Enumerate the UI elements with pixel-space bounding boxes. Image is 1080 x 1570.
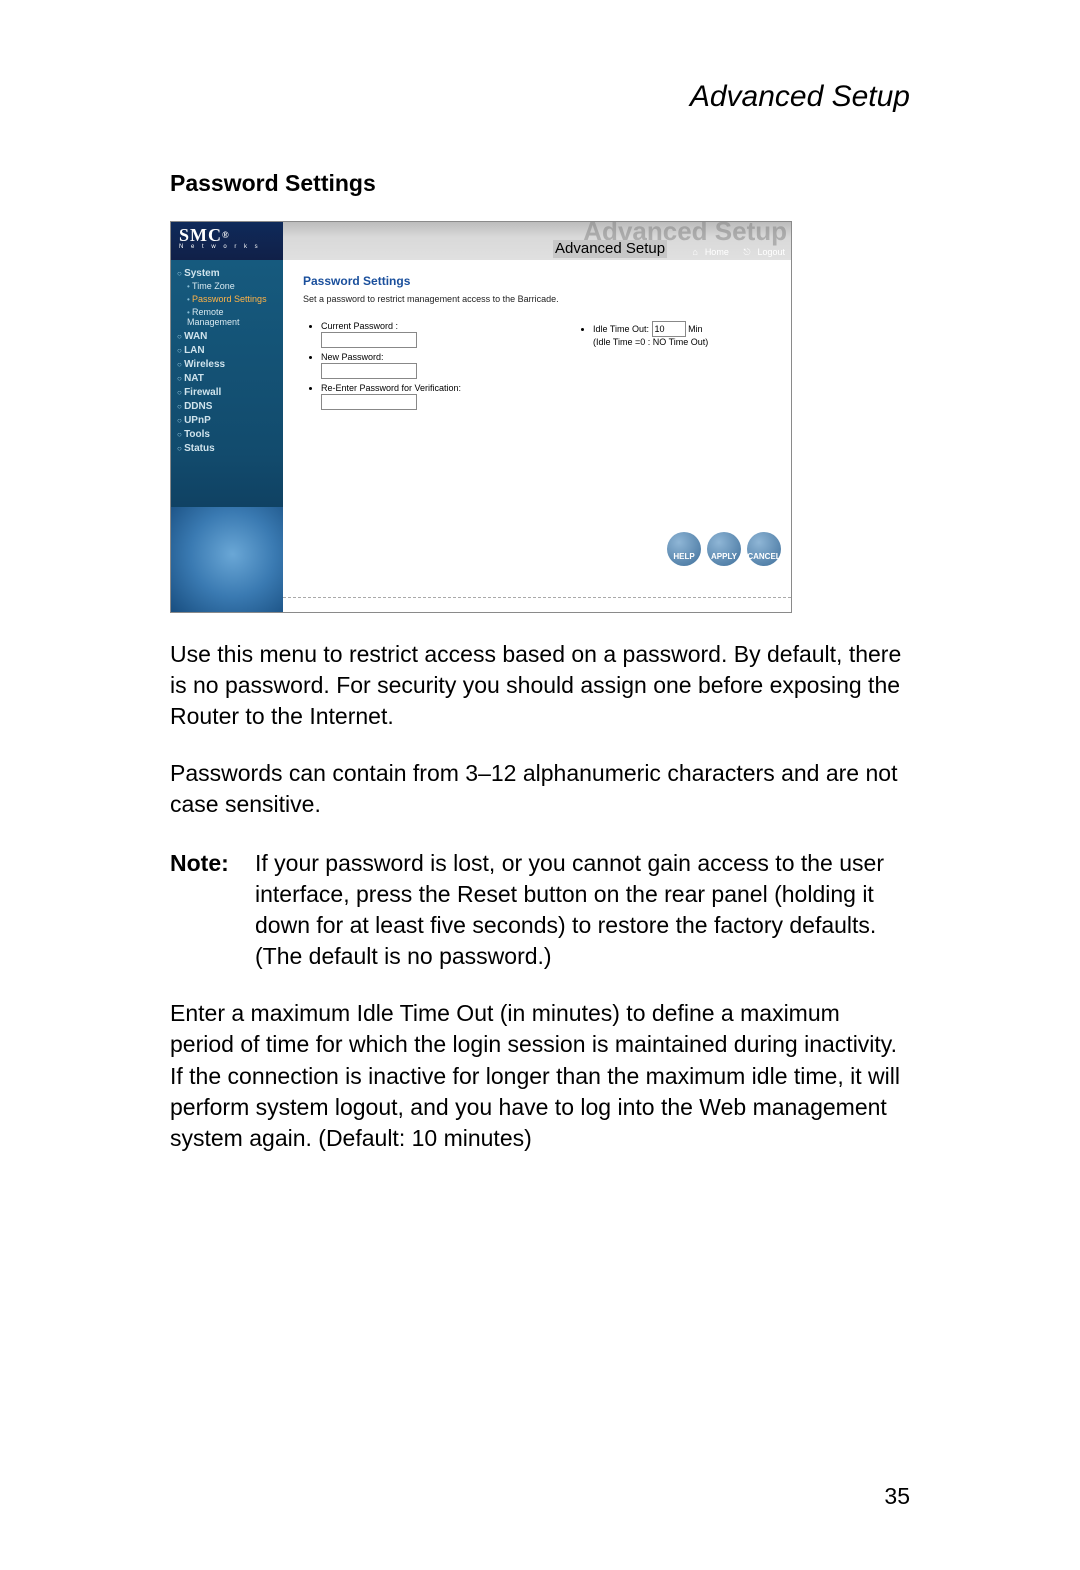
- idle-timeout-hint: (Idle Time =0 : NO Time Out): [593, 337, 708, 347]
- note-body: If your password is lost, or you cannot …: [255, 848, 910, 972]
- router-banner: Advanced Setup Advanced Setup ⌂Home ⎋Log…: [283, 222, 791, 260]
- sidebar-item-status[interactable]: Status: [177, 443, 277, 455]
- cancel-button[interactable]: CANCEL: [747, 532, 781, 566]
- page-header: Advanced Setup: [170, 80, 910, 114]
- home-icon: ⌂: [692, 247, 697, 258]
- brand-text: SMC: [179, 225, 222, 245]
- sidebar-item-ddns[interactable]: DDNS: [177, 401, 277, 413]
- sidebar-item-remote-management[interactable]: Remote Management: [187, 306, 277, 330]
- reenter-password-label: Re-Enter Password for Verification:: [321, 383, 461, 393]
- sidebar-artwork: [171, 507, 283, 612]
- current-password-label: Current Password :: [321, 321, 398, 331]
- router-content-title: Password Settings: [303, 274, 775, 288]
- sidebar-item-system[interactable]: System: [177, 268, 277, 280]
- sidebar-item-wan[interactable]: WAN: [177, 331, 277, 343]
- current-password-input[interactable]: [321, 332, 417, 348]
- paragraph-2: Passwords can contain from 3–12 alphanum…: [170, 758, 910, 820]
- sidebar-item-time-zone[interactable]: Time Zone: [187, 280, 277, 293]
- router-sidebar: System Time Zone Password Settings Remot…: [171, 260, 283, 612]
- new-password-label: New Password:: [321, 352, 384, 362]
- router-screenshot: SMC® N e t w o r k s Advanced Setup Adva…: [170, 221, 792, 613]
- help-button[interactable]: HELP: [667, 532, 701, 566]
- sidebar-item-lan[interactable]: LAN: [177, 345, 277, 357]
- idle-timeout-input[interactable]: [652, 321, 686, 337]
- sidebar-item-password-settings[interactable]: Password Settings: [187, 293, 277, 306]
- logout-link[interactable]: ⎋Logout: [737, 247, 785, 257]
- note-block: Note: If your password is lost, or you c…: [170, 848, 910, 972]
- paragraph-1: Use this menu to restrict access based o…: [170, 639, 910, 732]
- document-body: Use this menu to restrict access based o…: [170, 639, 910, 1154]
- home-link[interactable]: ⌂Home: [686, 247, 728, 257]
- sidebar-item-nat[interactable]: NAT: [177, 373, 277, 385]
- sidebar-item-upnp[interactable]: UPnP: [177, 415, 277, 427]
- brand-subtext: N e t w o r k s: [179, 244, 275, 251]
- banner-title: Advanced Setup: [553, 240, 667, 258]
- router-logo: SMC® N e t w o r k s: [171, 222, 283, 260]
- router-footer-edge: [283, 597, 791, 612]
- apply-button[interactable]: APPLY: [707, 532, 741, 566]
- sidebar-item-tools[interactable]: Tools: [177, 429, 277, 441]
- paragraph-3: Enter a maximum Idle Time Out (in minute…: [170, 998, 910, 1153]
- new-password-input[interactable]: [321, 363, 417, 379]
- note-label: Note:: [170, 848, 255, 972]
- page-number: 35: [884, 1483, 910, 1510]
- sidebar-item-wireless[interactable]: Wireless: [177, 359, 277, 371]
- sidebar-item-firewall[interactable]: Firewall: [177, 387, 277, 399]
- router-content-desc: Set a password to restrict management ac…: [303, 294, 775, 305]
- router-main: Password Settings Set a password to rest…: [283, 260, 791, 612]
- idle-timeout-label: Idle Time Out:: [593, 324, 649, 334]
- idle-timeout-unit: Min: [688, 324, 703, 334]
- logout-icon: ⎋: [743, 247, 750, 258]
- reenter-password-input[interactable]: [321, 394, 417, 410]
- section-title: Password Settings: [170, 170, 910, 197]
